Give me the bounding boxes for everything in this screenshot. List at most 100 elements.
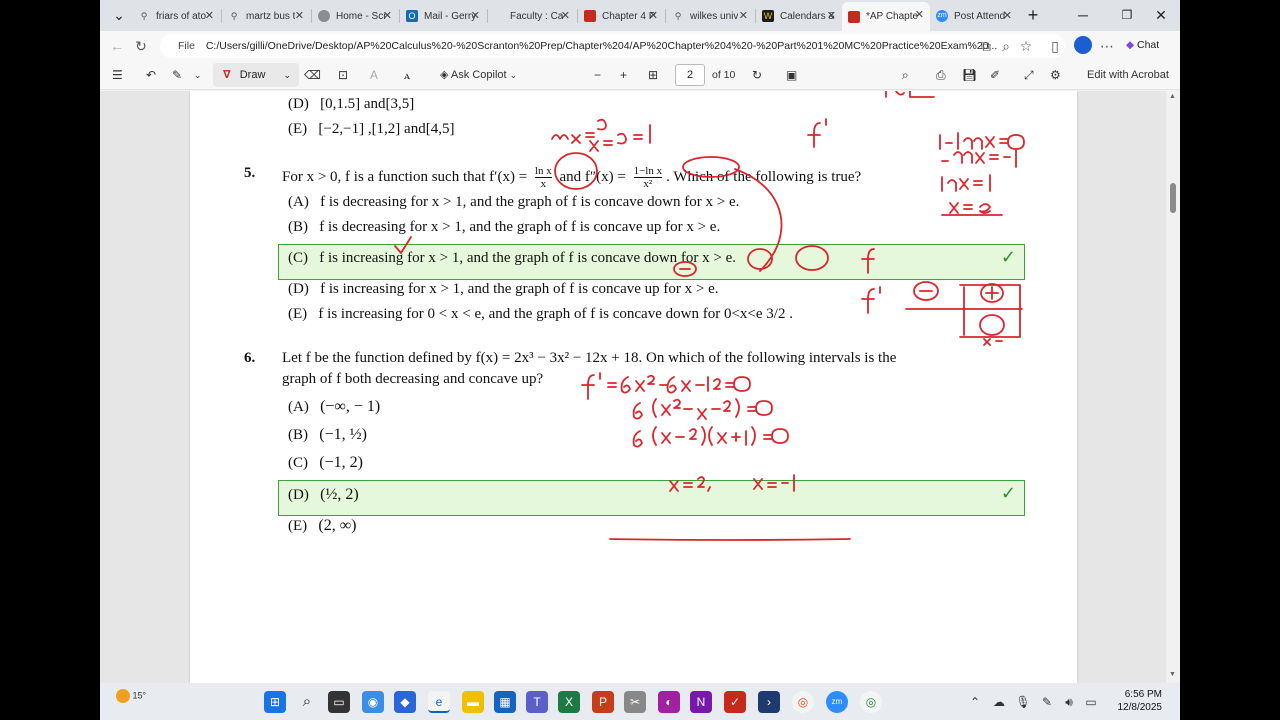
text-format-icon[interactable]: A bbox=[370, 66, 378, 84]
refresh-icon[interactable]: ↻ bbox=[130, 35, 152, 57]
zoom-out-icon[interactable]: − bbox=[594, 66, 601, 84]
split-screen-icon[interactable]: ▯ bbox=[1044, 35, 1066, 57]
tab-3[interactable]: O Mail - Gerry ✕ bbox=[400, 3, 486, 29]
chevron-up-icon[interactable]: ⌃ bbox=[964, 691, 986, 713]
undo-icon[interactable]: ↶ bbox=[146, 66, 156, 84]
calendar-icon: W bbox=[762, 10, 774, 22]
close-icon[interactable]: ✕ bbox=[649, 9, 658, 22]
tab-6[interactable]: ⚲ wilkes univ ✕ bbox=[666, 3, 754, 29]
pdf-icon bbox=[848, 10, 860, 23]
copilot-app-icon[interactable]: ◆ bbox=[394, 691, 416, 713]
file-explorer-icon[interactable]: ▬ bbox=[462, 691, 484, 713]
reader-icon[interactable]: ⧉ bbox=[975, 35, 997, 57]
ink-stroke bbox=[861, 248, 875, 274]
chrome-profile-icon[interactable]: ◎ bbox=[860, 691, 882, 713]
close-icon[interactable]: ✕ bbox=[1003, 9, 1012, 22]
close-icon[interactable]: ✕ bbox=[739, 9, 748, 22]
scroll-down-arrow-icon[interactable]: ▼ bbox=[1169, 671, 1176, 678]
teams-icon[interactable]: T bbox=[526, 691, 548, 713]
pdf-icon bbox=[584, 10, 596, 22]
close-icon[interactable]: ✕ bbox=[827, 9, 836, 22]
copilot-chat-button[interactable]: ◆ Chat bbox=[1126, 39, 1159, 51]
back-arrow-icon[interactable]: ← bbox=[106, 35, 128, 57]
settings-gear-icon[interactable]: ⚙ bbox=[1050, 66, 1061, 84]
tab-1[interactable]: ⚲ martz bus t ✕ bbox=[222, 3, 310, 29]
pdf-viewer[interactable]: (D) [0,1.5] and[3,5] (E) [−2,−1] ,[1,2] … bbox=[100, 91, 1180, 683]
vertical-scrollbar[interactable]: ▲ ▼ bbox=[1166, 91, 1180, 683]
address-input[interactable]: File C:/Users/gilli/OneDrive/Desktop/AP%… bbox=[160, 34, 1065, 58]
profile-avatar[interactable] bbox=[1072, 34, 1094, 56]
ink-stroke bbox=[669, 474, 795, 492]
start-windows-icon[interactable]: ⊞ bbox=[264, 691, 286, 713]
pen-icon[interactable]: ✎ bbox=[1036, 691, 1058, 713]
ink-stroke bbox=[551, 118, 607, 144]
tab-9[interactable]: zm Post Attend ✕ bbox=[930, 3, 1018, 29]
print-icon[interactable]: ⎙ bbox=[936, 66, 946, 84]
app-check-icon[interactable]: ✓ bbox=[724, 691, 746, 713]
close-icon[interactable]: ✕ bbox=[295, 9, 304, 22]
tab-4[interactable]: Faculty : Ca ✕ bbox=[488, 3, 576, 29]
eraser-icon[interactable]: ⌫ bbox=[304, 66, 321, 84]
chrome-icon[interactable]: ◎ bbox=[792, 691, 814, 713]
zoom-app-icon[interactable]: zm bbox=[826, 691, 848, 713]
page-total: of 10 bbox=[712, 69, 736, 81]
store-icon[interactable]: ▦ bbox=[494, 691, 516, 713]
scroll-up-arrow-icon[interactable]: ▲ bbox=[1169, 93, 1176, 100]
edit-with-acrobat-button[interactable]: Edit with Acrobat bbox=[1087, 66, 1169, 84]
more-options-icon[interactable]: ⋯ bbox=[1096, 35, 1118, 57]
sun-icon bbox=[116, 689, 130, 703]
tab-2[interactable]: Home - Scr ✕ bbox=[312, 3, 398, 29]
task-view-icon[interactable]: ▭ bbox=[328, 691, 350, 713]
widgets-icon[interactable]: ◉ bbox=[362, 691, 384, 713]
fullscreen-icon[interactable]: ⤢ bbox=[1024, 66, 1034, 84]
new-tab-plus-icon[interactable]: + bbox=[1018, 4, 1048, 26]
tab-5[interactable]: Chapter 4 P ✕ bbox=[578, 3, 664, 29]
tab-7[interactable]: W Calendars & ✕ bbox=[756, 3, 842, 29]
speaker-icon[interactable]: 🔊︎ bbox=[1058, 691, 1080, 713]
close-window-icon[interactable]: ✕ bbox=[1146, 4, 1176, 26]
read-aloud-icon[interactable]: ꭺ bbox=[404, 66, 410, 84]
tab-0[interactable]: ⚲ friars of ato ✕ bbox=[132, 3, 220, 29]
zoom-in-icon[interactable]: + bbox=[620, 66, 627, 84]
system-clock[interactable]: 6:56 PM 12/8/2025 bbox=[1118, 688, 1163, 714]
microphone-icon[interactable]: 🎙︎ bbox=[1012, 691, 1034, 713]
rotate-icon[interactable]: ↻ bbox=[752, 66, 762, 84]
favorite-star-icon[interactable]: ☆ bbox=[1015, 35, 1037, 57]
tab-list-chevron-icon[interactable]: ⌄ bbox=[104, 4, 134, 26]
powershell-icon[interactable]: › bbox=[758, 691, 780, 713]
page-view-icon[interactable]: ▣ bbox=[786, 66, 797, 84]
zoom-lens-icon[interactable]: ⌕ bbox=[995, 35, 1017, 57]
close-icon[interactable]: ✕ bbox=[205, 9, 214, 22]
close-icon[interactable]: ✕ bbox=[383, 9, 392, 22]
search-icon[interactable]: ⌕ bbox=[902, 66, 909, 84]
restore-icon[interactable]: ❐ bbox=[1112, 4, 1142, 26]
close-icon[interactable]: ✕ bbox=[915, 8, 924, 21]
highlight-dropdown-chevron-icon[interactable]: ⌄ bbox=[194, 66, 202, 84]
app-icon[interactable]: ◐ bbox=[658, 691, 680, 713]
snipping-tool-icon[interactable]: ✂ bbox=[624, 691, 646, 713]
tab-8-active[interactable]: *AP Chapte ✕ bbox=[842, 2, 930, 31]
battery-icon[interactable]: ▭ bbox=[1080, 691, 1102, 713]
close-icon[interactable]: ✕ bbox=[561, 9, 570, 22]
weather-widget[interactable]: 15° bbox=[116, 689, 146, 703]
add-text-icon[interactable]: ⊡ bbox=[338, 66, 348, 84]
ask-copilot-button[interactable]: ◈ Ask Copilot ⌄ bbox=[440, 66, 517, 84]
ink-stroke bbox=[394, 236, 412, 254]
excel-icon[interactable]: X bbox=[558, 691, 580, 713]
page-number-input[interactable]: 2 bbox=[675, 64, 705, 86]
copilot-icon: ◆ bbox=[1126, 39, 1135, 51]
draw-button[interactable]: ∇ Draw ⌄ bbox=[213, 63, 299, 87]
scrollbar-thumb[interactable] bbox=[1170, 183, 1176, 213]
powerpoint-icon[interactable]: P bbox=[592, 691, 614, 713]
edge-icon[interactable]: e bbox=[428, 691, 450, 713]
onenote-icon[interactable]: N bbox=[690, 691, 712, 713]
save-icon[interactable]: 💾︎ bbox=[962, 66, 977, 84]
save-as-icon[interactable]: ✐ bbox=[990, 66, 1000, 84]
contents-list-icon[interactable]: ☰ bbox=[112, 66, 123, 84]
search-icon[interactable]: ⌕ bbox=[296, 691, 318, 713]
close-icon[interactable]: ✕ bbox=[471, 9, 480, 22]
fit-page-icon[interactable]: ⊞ bbox=[648, 66, 658, 84]
onedrive-cloud-icon[interactable]: ☁ bbox=[988, 691, 1010, 713]
minimize-icon[interactable]: ─ bbox=[1068, 4, 1098, 26]
highlight-icon[interactable]: ✎ bbox=[172, 66, 182, 84]
